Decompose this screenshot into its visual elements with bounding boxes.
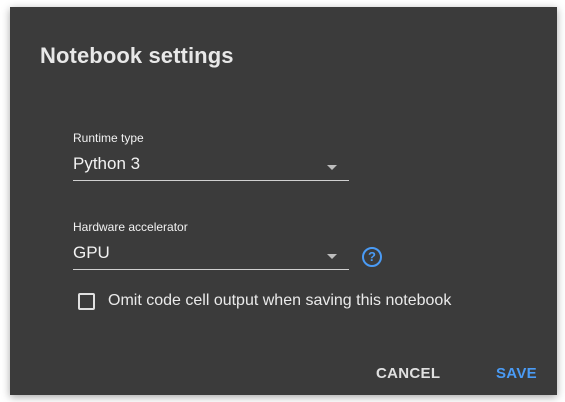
- omit-output-label: Omit code cell output when saving this n…: [108, 292, 452, 309]
- runtime-type-value: Python 3: [73, 154, 141, 173]
- hardware-accelerator-select[interactable]: GPU: [73, 243, 349, 270]
- chevron-down-icon: [327, 254, 337, 259]
- omit-output-checkbox[interactable]: [78, 292, 95, 310]
- chevron-down-icon: [327, 165, 337, 170]
- dialog-title: Notebook settings: [40, 43, 234, 68]
- notebook-settings-dialog: Notebook settings Runtime type Python 3 …: [10, 7, 557, 395]
- runtime-type-select[interactable]: Python 3: [73, 154, 349, 181]
- help-icon[interactable]: ?: [362, 247, 382, 267]
- runtime-type-label: Runtime type: [73, 131, 144, 145]
- hardware-accelerator-value: GPU: [73, 243, 110, 262]
- save-button[interactable]: SAVE: [496, 365, 537, 382]
- omit-output-option[interactable]: Omit code cell output when saving this n…: [78, 290, 451, 312]
- hardware-accelerator-label: Hardware accelerator: [73, 220, 188, 234]
- cancel-button[interactable]: CANCEL: [376, 365, 440, 382]
